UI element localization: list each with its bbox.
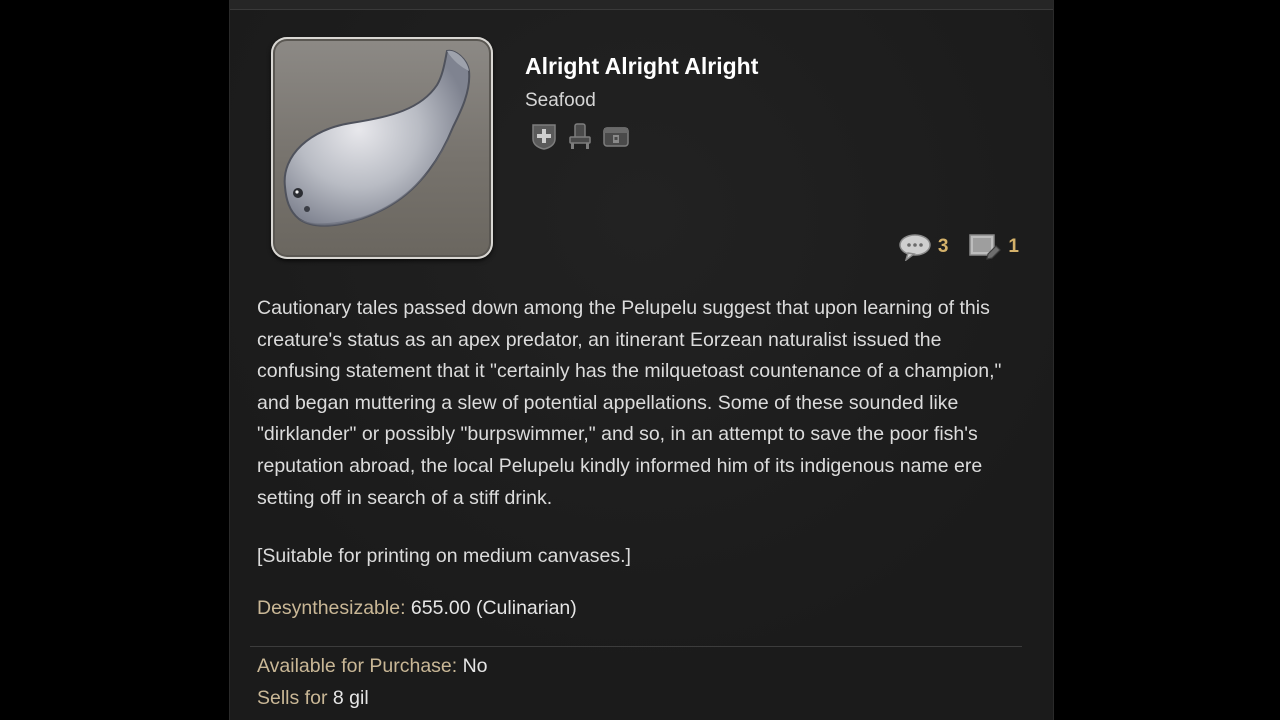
speech-bubble-icon [899,234,931,261]
item-note: [Suitable for printing on medium canvase… [257,545,631,567]
fish-illustration [283,49,471,227]
item-name: Alright Alright Alright [525,53,759,79]
chair-icon [569,123,591,149]
comments-stat[interactable]: 3 [898,233,949,261]
sells-value: 8 gil [332,687,369,709]
comments-count: 3 [937,236,949,257]
sells-row: Sells for 8 gil [257,687,369,710]
item-description: Cautionary tales passed down among the P… [257,293,1027,514]
images-count: 1 [1008,236,1019,257]
description-text: Cautionary tales passed down among the P… [257,297,1002,509]
purchase-label: Available for Purchase: [257,655,458,677]
housing-icon [603,127,629,147]
purchase-row: Available for Purchase: No [257,655,488,678]
shield-plus-icon [532,124,556,150]
section-divider [250,646,1022,647]
item-stats: 3 1 [884,232,1019,262]
panel-top-bar [230,0,1053,10]
item-category: Seafood [525,90,596,111]
images-stat[interactable]: 1 [968,232,1019,262]
sells-label: Sells for [257,687,328,709]
desynth-value: 655.00 (Culinarian) [410,597,577,619]
desynth-label: Desynthesizable: [257,597,406,619]
purchase-value: No [462,655,488,677]
item-tooltip-panel: Alright Alright Alright Seafood 3 1 Caut… [229,0,1054,720]
desynth-row: Desynthesizable: 655.00 (Culinarian) [257,597,577,620]
role-icons [529,121,631,151]
image-edit-icon [969,234,1002,260]
fish-icon [271,37,493,259]
